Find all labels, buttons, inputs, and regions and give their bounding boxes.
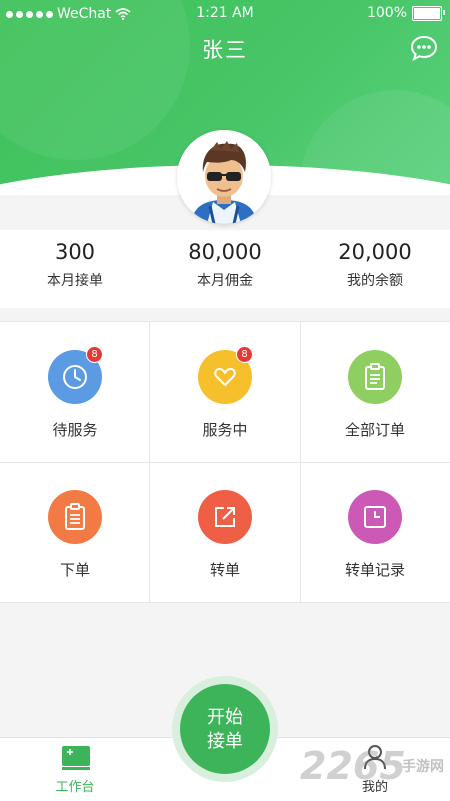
stat-label: 本月接单 bbox=[47, 273, 103, 289]
start-taking-orders-button[interactable]: 开始 接单 bbox=[180, 684, 270, 774]
watermark-number: 2265 bbox=[300, 744, 406, 788]
grid-item-all-orders[interactable]: 全部订单 bbox=[300, 322, 450, 462]
stats-panel: 300 本月接单 80,000 本月佣金 20,000 我的余额 bbox=[0, 230, 450, 308]
watermark-text: 手游网 bbox=[402, 759, 444, 775]
grid-item-label: 待服务 bbox=[52, 421, 98, 439]
stat-label: 我的余额 bbox=[347, 273, 403, 289]
chat-icon[interactable] bbox=[410, 34, 438, 62]
notification-badge: 8 bbox=[86, 346, 103, 363]
stat-label: 本月佣金 bbox=[197, 273, 253, 289]
order-form-icon bbox=[48, 490, 102, 544]
clipboard-icon bbox=[348, 350, 402, 404]
stat-value: 300 bbox=[54, 240, 96, 264]
grid-item-place-order[interactable]: 下单 bbox=[0, 462, 150, 602]
grid-item-in-service[interactable]: 8 服务中 bbox=[150, 322, 300, 462]
grid-item-label: 下单 bbox=[59, 561, 90, 579]
grid-item-pending-service[interactable]: 8 待服务 bbox=[0, 322, 150, 462]
page-title: 张三 bbox=[202, 38, 248, 62]
watermark: 2265 手游网 bbox=[300, 742, 450, 792]
workbench-icon bbox=[62, 746, 90, 770]
function-grid: 8 待服务 8 服务中 全部订单 下单 转单 转单记录 bbox=[0, 321, 450, 603]
battery-icon bbox=[412, 5, 445, 21]
stat-value: 80,000 bbox=[188, 240, 262, 264]
start-button-line: 接单 bbox=[207, 731, 243, 752]
avatar[interactable] bbox=[177, 130, 271, 224]
share-out-icon bbox=[198, 490, 252, 544]
stat-monthly-orders[interactable]: 300 本月接单 bbox=[0, 240, 150, 290]
grid-item-label: 全部订单 bbox=[344, 421, 405, 439]
tab-label: 工作台 bbox=[55, 780, 95, 795]
record-clock-icon bbox=[348, 490, 402, 544]
stat-balance[interactable]: 20,000 我的余额 bbox=[300, 240, 450, 290]
notification-badge: 8 bbox=[236, 346, 253, 363]
stat-value: 20,000 bbox=[338, 240, 412, 264]
start-button-line: 开始 bbox=[207, 707, 243, 728]
tab-workbench[interactable]: 工作台 bbox=[0, 738, 150, 801]
grid-item-transfer-order[interactable]: 转单 bbox=[150, 462, 300, 602]
grid-item-label: 转单 bbox=[209, 561, 240, 579]
grid-item-label: 服务中 bbox=[202, 421, 248, 439]
battery-percent: 100% bbox=[366, 5, 407, 21]
avatar-image bbox=[177, 130, 271, 224]
status-bar: WeChat 1:21 AM 100% bbox=[0, 0, 450, 28]
stat-monthly-commission[interactable]: 80,000 本月佣金 bbox=[150, 240, 300, 290]
grid-item-transfer-records[interactable]: 转单记录 bbox=[300, 462, 450, 602]
grid-item-label: 转单记录 bbox=[344, 561, 405, 579]
